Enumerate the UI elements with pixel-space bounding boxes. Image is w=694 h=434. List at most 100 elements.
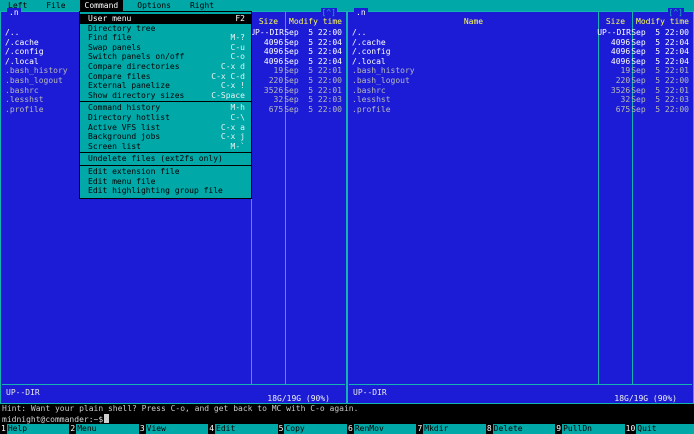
right-panel-sort-up-icon[interactable]: [^]: [667, 8, 684, 17]
right-panel-path: .n: [354, 8, 368, 17]
menu-group: Undelete files (ext2fs only): [80, 152, 251, 165]
file-row-profile[interactable]: .profile 675 Sep 5 22:00: [349, 105, 692, 115]
dropdown-item-edit-menu-file[interactable]: Edit menu file: [80, 177, 251, 187]
dropdown-item-swap-panels[interactable]: Swap panels C-u: [80, 43, 251, 53]
file-mtime: Sep 5 22:04: [284, 56, 342, 66]
dropdown-item-shortcut: C-x !: [220, 81, 245, 91]
fkey-number: 3: [138, 424, 146, 434]
dropdown-item-shortcut: C-x C-d: [211, 71, 245, 81]
menu-group: Edit extension file Edit menu file Edit hi…: [80, 164, 251, 197]
file-row-bash-history[interactable]: .bash_history 19 Sep 5 22:01: [349, 66, 692, 76]
menubar-item-right[interactable]: Right: [185, 0, 219, 11]
dropdown-item-compare-directories[interactable]: Compare directories C-x d: [80, 62, 251, 72]
dropdown-item-switch-panels-on-off[interactable]: Switch panels on/off C-o: [80, 52, 251, 62]
file-size: 220: [615, 75, 631, 85]
dropdown-item-external-panelize[interactable]: External panelize C-x !: [80, 81, 251, 91]
file-size: 3526: [610, 85, 631, 95]
dropdown-item-edit-highlighting-group-file[interactable]: Edit highlighting group file: [80, 186, 251, 196]
file-size: 675: [268, 104, 284, 114]
dropdown-item-find-file[interactable]: Find file M-?: [80, 33, 251, 43]
left-panel-path: .n: [7, 8, 21, 17]
dropdown-item-shortcut: C-x d: [220, 61, 245, 71]
fkey-8-delete[interactable]: 8 Delete: [485, 424, 556, 434]
column-header-name[interactable]: Name: [349, 17, 598, 27]
column-header-size[interactable]: Size: [598, 17, 633, 27]
file-mtime: Sep 5 22:00: [284, 104, 342, 114]
column-header-size[interactable]: Size: [251, 17, 286, 27]
left-panel-sort-up-icon[interactable]: [^]: [320, 8, 337, 17]
dropdown-item-shortcut: F2: [235, 14, 245, 23]
mini-status-divider: [349, 384, 692, 385]
column-header-mtime[interactable]: Modify time: [286, 17, 345, 27]
file-name: /.local: [352, 56, 386, 66]
dropdown-item-command-history[interactable]: Command history M-h: [80, 103, 251, 113]
file-size: 4096: [263, 37, 284, 47]
command-menu-dropdown: User menu F2 Directory tree Find file M-? Swa…: [79, 11, 252, 199]
fkey-label: Help: [6, 424, 70, 434]
fkey-10-quit[interactable]: 10 Quit: [624, 424, 694, 434]
file-row-bash-logout[interactable]: .bash_logout 220 Sep 5 22:00: [349, 76, 692, 86]
dropdown-item-compare-files[interactable]: Compare files C-x C-d: [80, 72, 251, 82]
fkey-9-pulldn[interactable]: 9 PullDn: [555, 424, 625, 434]
dropdown-item-shortcut: M-`: [230, 141, 245, 151]
dropdown-item-active-vfs-list[interactable]: Active VFS list C-x a: [80, 123, 251, 133]
file-row-bashrc[interactable]: .bashrc 3526 Sep 5 22:01: [349, 86, 692, 96]
fkey-label: Edit: [215, 424, 278, 434]
file-row-local[interactable]: /.local 4096 Sep 5 22:04: [349, 57, 692, 67]
dropdown-item-label: Directory tree: [88, 23, 156, 33]
dropdown-item-directory-hotlist[interactable]: Directory hotlist C-\: [80, 113, 251, 123]
fkey-4-edit[interactable]: 4 Edit: [208, 424, 278, 434]
file-mtime: Sep 5 22:04: [284, 37, 342, 47]
file-size: UP--DIR: [597, 28, 631, 37]
menubar-item-command[interactable]: Command: [79, 0, 124, 11]
menu-bar: Left File Command Options Right: [0, 0, 694, 11]
dropdown-item-label: Find file: [88, 33, 132, 43]
dropdown-item-show-directory-sizes[interactable]: Show directory sizes C-Space: [80, 91, 251, 101]
fkey-number: 8: [485, 424, 493, 434]
dropdown-item-label: Swap panels: [88, 42, 141, 52]
file-mtime: Sep 5 22:01: [284, 66, 342, 76]
shell-prompt: midnight@commander:~$: [2, 415, 104, 424]
dropdown-item-directory-tree[interactable]: Directory tree: [80, 24, 251, 34]
file-row-config[interactable]: /.config 4096 Sep 5 22:04: [349, 47, 692, 57]
dropdown-item-label: Edit menu file: [88, 176, 156, 186]
file-size: 19: [273, 66, 284, 76]
fkey-6-renmov[interactable]: 6 RenMov: [347, 424, 417, 434]
dropdown-item-label: Screen list: [88, 141, 141, 151]
dropdown-item-user-menu[interactable]: User menu F2: [80, 14, 251, 24]
file-size: 4096: [263, 56, 284, 66]
dropdown-item-label: Directory hotlist: [88, 112, 170, 122]
file-size: 32: [273, 95, 284, 105]
dropdown-item-shortcut: C-x a: [220, 122, 245, 132]
column-header-mtime[interactable]: Modify time: [633, 17, 692, 27]
file-name: /..: [352, 28, 367, 37]
fkey-label: Copy: [284, 424, 348, 434]
fkey-1-help[interactable]: 1 Help: [0, 424, 70, 434]
fkey-3-view[interactable]: 3 View: [138, 424, 209, 434]
file-mtime: Sep 5 22:03: [284, 95, 342, 105]
fkey-label: View: [145, 424, 209, 434]
shell-command-line[interactable]: midnight@commander:~$: [2, 414, 110, 424]
menubar-item-options[interactable]: Options: [132, 0, 176, 11]
fkey-5-copy[interactable]: 5 Copy: [277, 424, 348, 434]
menubar-item-file[interactable]: File: [41, 0, 70, 11]
fkey-2-menu[interactable]: 2 Menu: [69, 424, 139, 434]
file-row-cache[interactable]: /.cache 4096 Sep 5 22:04: [349, 38, 692, 48]
function-key-bar: 1 Help 2 Menu 3 View 4 Edit 5 Copy 6 RenMov 7 Mkdir 8 D…: [0, 424, 694, 434]
file-mtime: Sep 5 22:04: [284, 47, 342, 57]
fkey-number: 10: [624, 424, 637, 434]
file-size: 4096: [610, 56, 631, 66]
mc-screen: LeftFileCommandOptionsRight .n [^] Name …: [0, 0, 694, 434]
fkey-7-mkdir[interactable]: 7 Mkdir: [416, 424, 486, 434]
dropdown-item-edit-extension-file[interactable]: Edit extension file: [80, 167, 251, 177]
file-row-lesshst[interactable]: .lesshst 32 Sep 5 22:03: [349, 95, 692, 105]
file-mtime: Sep 5 22:01: [284, 85, 342, 95]
dropdown-item-label: User menu: [88, 14, 132, 23]
dropdown-item-screen-list[interactable]: Screen list M-`: [80, 142, 251, 152]
dropdown-item-background-jobs[interactable]: Background jobs C-x j: [80, 132, 251, 142]
file-row-[interactable]: /.. UP--DIR Sep 5 22:00: [349, 28, 692, 38]
dropdown-item-label: Undelete files (ext2fs only): [88, 154, 223, 164]
file-mtime: Sep 5 22:01: [631, 66, 689, 76]
dropdown-item-undelete-files-ext2fs-only[interactable]: Undelete files (ext2fs only): [80, 154, 251, 164]
file-size: 3526: [263, 85, 284, 95]
